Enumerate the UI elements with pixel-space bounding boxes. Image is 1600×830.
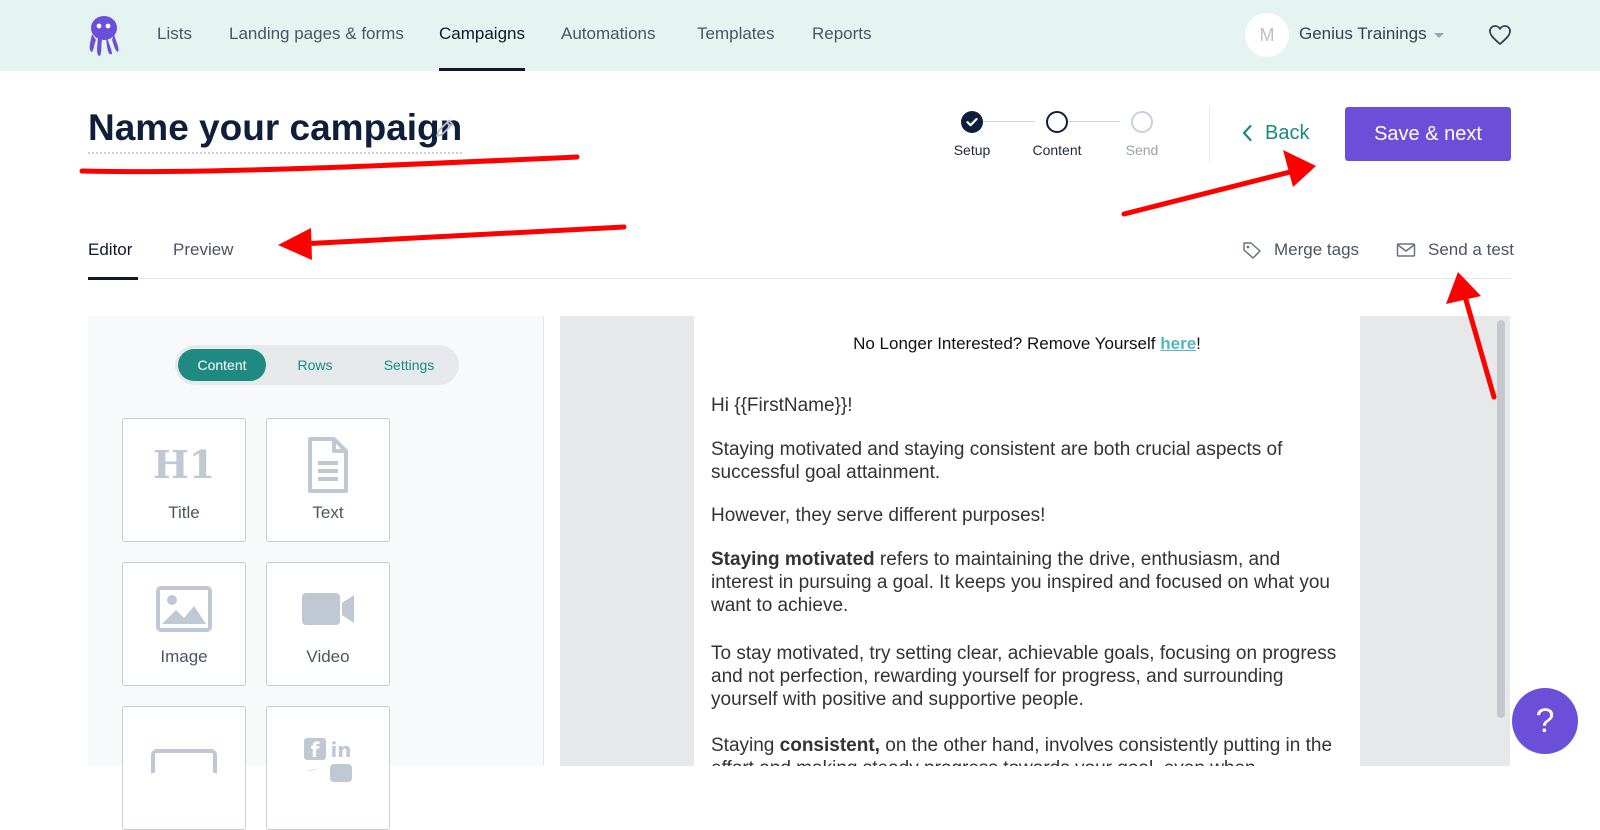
progress-stepper: Setup Content Send <box>950 108 1180 168</box>
step-send-dot <box>1131 111 1153 133</box>
step-label-setup: Setup <box>953 142 991 158</box>
email-paragraph: To stay motivated, try setting clear, ac… <box>711 643 1337 710</box>
panel-segmented-control: Content Rows Settings <box>175 345 459 385</box>
step-content-dot[interactable] <box>1046 111 1068 133</box>
page-title[interactable]: Name your campaign <box>88 106 463 154</box>
block-image[interactable]: Image <box>122 562 246 686</box>
nav-active-underline <box>439 68 525 71</box>
tag-icon <box>1243 242 1261 259</box>
document-icon <box>267 437 389 493</box>
chevron-left-icon <box>1242 124 1252 142</box>
nav-item-reports[interactable]: Reports <box>812 24 872 44</box>
help-button[interactable]: ? <box>1512 688 1578 754</box>
svg-text:in: in <box>330 738 351 762</box>
avatar[interactable]: M <box>1245 13 1289 57</box>
block-button[interactable] <box>122 706 246 830</box>
email-paragraph: Staying motivated refers to maintaining … <box>711 548 1341 617</box>
header-divider <box>1209 106 1210 162</box>
step-connector <box>1068 121 1120 122</box>
unsubscribe-text: No Longer Interested? Remove Yourself <box>853 334 1161 353</box>
nav-item-automations[interactable]: Automations <box>561 24 656 44</box>
top-nav-bar: Lists Landing pages & forms Campaigns Au… <box>0 0 1600 71</box>
annotation-arrow-preview <box>278 224 627 260</box>
nav-item-templates[interactable]: Templates <box>697 24 774 44</box>
block-text[interactable]: Text <box>266 418 390 542</box>
email-paragraph: Staying motivated and staying consistent… <box>711 439 1283 483</box>
social-icon: f in <box>267 731 389 787</box>
save-next-button[interactable]: Save & next <box>1345 107 1511 161</box>
send-test-button[interactable]: Send a test <box>1396 240 1514 260</box>
svg-text:f: f <box>311 738 320 762</box>
unsubscribe-suffix: ! <box>1196 334 1201 353</box>
block-title-label: Title <box>168 503 200 522</box>
canvas-scroll-thumb[interactable] <box>1497 320 1505 718</box>
block-image-label: Image <box>160 647 208 666</box>
chevron-down-icon[interactable] <box>1434 33 1444 38</box>
pencil-icon[interactable] <box>434 117 456 139</box>
back-button[interactable]: Back <box>1241 118 1309 148</box>
step-label-send: Send <box>1125 142 1159 158</box>
block-text-label: Text <box>312 503 344 522</box>
email-text: Staying <box>711 735 780 756</box>
block-title[interactable]: H1 Title <box>122 418 246 542</box>
account-name[interactable]: Genius Trainings <box>1299 24 1427 44</box>
annotation-underline <box>79 154 580 175</box>
step-setup-check-icon[interactable] <box>961 111 983 133</box>
unsubscribe-link[interactable]: here <box>1160 334 1196 353</box>
email-bold-text: Staying motivated <box>711 549 875 570</box>
nav-item-campaigns[interactable]: Campaigns <box>439 24 525 44</box>
tab-bar-rule <box>88 278 1511 279</box>
tab-active-underline <box>88 277 138 280</box>
send-test-label: Send a test <box>1428 240 1515 259</box>
email-bold-text: consistent, <box>779 735 880 756</box>
octopus-logo-icon[interactable] <box>86 14 122 60</box>
svg-text:H1: H1 <box>153 445 215 485</box>
email-paragraph: Staying consistent, on the other hand, i… <box>711 734 1341 766</box>
h1-icon: H1 <box>123 437 245 493</box>
unsubscribe-line: No Longer Interested? Remove Yourself he… <box>694 334 1360 354</box>
block-video-label: Video <box>306 647 350 666</box>
tab-editor[interactable]: Editor <box>88 240 132 260</box>
segment-content[interactable]: Content <box>178 349 266 381</box>
step-connector <box>983 121 1035 122</box>
image-icon <box>123 581 245 637</box>
tab-preview[interactable]: Preview <box>173 240 233 260</box>
block-social[interactable]: f in <box>266 706 390 830</box>
back-button-label: Back <box>1265 121 1310 144</box>
merge-tags-button[interactable]: Merge tags <box>1242 240 1359 260</box>
segment-settings[interactable]: Settings <box>363 349 455 381</box>
block-video[interactable]: Video <box>266 562 390 686</box>
heart-icon[interactable] <box>1488 24 1512 46</box>
video-icon <box>267 581 389 637</box>
merge-tags-label: Merge tags <box>1274 240 1360 259</box>
email-body[interactable]: No Longer Interested? Remove Yourself he… <box>694 316 1360 766</box>
nav-item-landing-pages[interactable]: Landing pages & forms <box>229 24 404 44</box>
nav-item-lists[interactable]: Lists <box>157 24 192 44</box>
button-icon <box>123 725 245 781</box>
email-greeting: Hi {{FirstName}}! <box>711 395 853 416</box>
step-label-content: Content <box>1032 142 1082 158</box>
envelope-icon <box>1396 243 1416 257</box>
segment-rows[interactable]: Rows <box>271 349 359 381</box>
email-paragraph: However, they serve different purposes! <box>711 505 1046 526</box>
